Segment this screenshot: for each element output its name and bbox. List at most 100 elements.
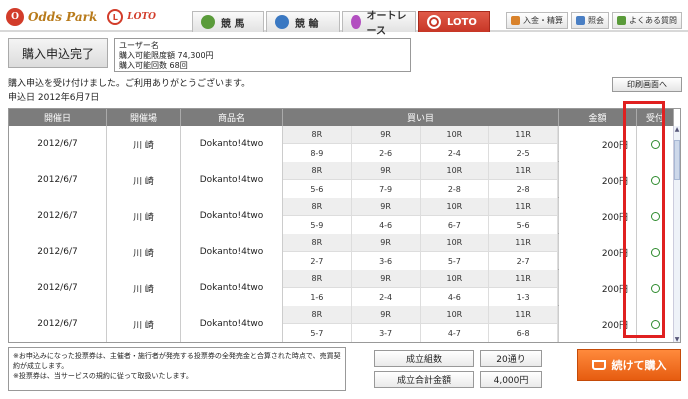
row-amount: 200円 xyxy=(559,198,637,234)
row-buy: 8R 9R 10R 11R 1-6 2-4 4-6 1-3 xyxy=(283,270,559,306)
row-venue: 川 崎 xyxy=(107,162,181,198)
deposit-button[interactable]: 入金・精算 xyxy=(506,12,568,29)
pick-combo: 5-6 xyxy=(489,216,558,234)
tab-label: 競 輪 xyxy=(295,18,319,30)
race-number: 9R xyxy=(351,126,421,144)
race-number: 10R xyxy=(420,306,490,324)
tab-keirin[interactable]: 競 輪 xyxy=(266,11,340,32)
race-number: 10R xyxy=(420,198,490,216)
row-status xyxy=(637,162,674,198)
pick-combo: 2-5 xyxy=(489,144,558,162)
row-amount: 200円 xyxy=(559,234,637,270)
race-number: 8R xyxy=(283,234,352,252)
header-status: 受付 xyxy=(637,109,674,126)
tab-keiba[interactable]: 競 馬 xyxy=(192,11,264,32)
row-date: 2012/6/7 xyxy=(9,306,107,342)
pick-combo: 8-9 xyxy=(283,144,352,162)
row-venue: 川 崎 xyxy=(107,198,181,234)
purchase-complete-title: 購入申込完了 xyxy=(8,38,108,68)
row-buy: 8R 9R 10R 11R 5-9 4-6 6-7 5-6 xyxy=(283,198,559,234)
race-number: 8R xyxy=(283,270,352,288)
faq-button[interactable]: よくある質問 xyxy=(612,12,682,29)
row-product: Dokanto!4two xyxy=(181,162,283,198)
row-amount: 200円 xyxy=(559,270,637,306)
table-row: 2012/6/7 川 崎 Dokanto!4two 8R 9R 10R 11R 8-9 2-6 2… xyxy=(9,126,674,162)
race-number: 9R xyxy=(351,270,421,288)
pick-combo: 6-8 xyxy=(489,324,558,342)
row-product: Dokanto!4two xyxy=(181,306,283,342)
tab-autorace[interactable]: オートレース xyxy=(342,11,416,37)
row-product: Dokanto!4two xyxy=(181,270,283,306)
row-date: 2012/6/7 xyxy=(9,126,107,162)
race-number: 11R xyxy=(489,162,558,180)
accepted-circle-icon xyxy=(650,247,660,257)
user-info-box: ユーザー名 購入可能限度額 74,300円 購入可能回数 68回 xyxy=(114,38,411,72)
continue-label: 続けて購入 xyxy=(611,359,667,372)
race-line: 8R 9R 10R 11R xyxy=(283,306,558,324)
scroll-up-icon[interactable]: ▲ xyxy=(674,126,680,134)
header-amount: 金額 xyxy=(559,109,637,126)
inquiry-button[interactable]: 照会 xyxy=(571,12,609,29)
row-product: Dokanto!4two xyxy=(181,126,283,162)
print-button[interactable]: 印刷画面へ xyxy=(612,77,682,92)
total-amount-label: 成立合計金額 xyxy=(374,371,474,388)
row-amount: 200円 xyxy=(559,162,637,198)
scroll-thumb[interactable] xyxy=(674,140,680,180)
continue-purchase-button[interactable]: 続けて購入 xyxy=(577,349,681,381)
race-number: 9R xyxy=(351,162,421,180)
race-number: 10R xyxy=(420,162,490,180)
utility-nav: 入金・精算 照会 よくある質問 xyxy=(506,12,682,29)
row-date: 2012/6/7 xyxy=(9,234,107,270)
scroll-down-icon[interactable]: ▼ xyxy=(674,336,680,342)
accepted-circle-icon xyxy=(650,139,660,149)
race-number: 8R xyxy=(283,306,352,324)
header: O Odds Park L LOTO 競 馬 競 輪 オートレース LOTO 入… xyxy=(0,0,688,37)
race-number: 11R xyxy=(489,198,558,216)
row-product: Dokanto!4two xyxy=(181,234,283,270)
tab-label: 競 馬 xyxy=(221,18,245,30)
pick-combo: 2-8 xyxy=(420,180,490,198)
row-venue: 川 崎 xyxy=(107,270,181,306)
pick-combo: 5-9 xyxy=(283,216,352,234)
race-line: 8R 9R 10R 11R xyxy=(283,126,558,144)
row-venue: 川 崎 xyxy=(107,306,181,342)
race-number: 9R xyxy=(351,198,421,216)
note-line-1: ※お申込みになった投票券は、主催者・施行者が発売する投票券の全発売金と合算された… xyxy=(13,352,341,370)
row-amount: 200円 xyxy=(559,126,637,162)
pick-combo: 3-7 xyxy=(351,324,421,342)
cart-icon xyxy=(591,360,606,370)
accepted-circle-icon xyxy=(650,319,660,329)
pick-combo: 4-6 xyxy=(351,216,421,234)
row-status xyxy=(637,126,674,162)
horse-icon xyxy=(201,15,215,29)
tab-loto[interactable]: LOTO xyxy=(418,11,490,32)
pick-line: 5-7 3-7 4-7 6-8 xyxy=(283,324,558,342)
table-scrollbar[interactable]: ▲ ▼ xyxy=(673,126,680,342)
application-date: 申込日 2012年6月7日 xyxy=(8,93,100,103)
race-line: 8R 9R 10R 11R xyxy=(283,270,558,288)
header-product: 商品名 xyxy=(181,109,283,126)
total-amount-value: 4,000円 xyxy=(480,371,542,388)
row-venue: 川 崎 xyxy=(107,234,181,270)
row-buy: 8R 9R 10R 11R 2-7 3-6 5-7 2-7 xyxy=(283,234,559,270)
pick-combo: 1-6 xyxy=(283,288,352,306)
accepted-circle-icon xyxy=(650,175,660,185)
race-number: 8R xyxy=(283,162,352,180)
document-icon xyxy=(576,16,585,25)
table-row: 2012/6/7 川 崎 Dokanto!4two 8R 9R 10R 11R 5-7 3-7 4… xyxy=(9,306,674,342)
row-status xyxy=(637,234,674,270)
race-number: 10R xyxy=(420,270,490,288)
table-row: 2012/6/7 川 崎 Dokanto!4two 8R 9R 10R 11R 5-6 7-9 2… xyxy=(9,162,674,198)
oddspark-logo[interactable]: O Odds Park L LOTO xyxy=(6,8,156,26)
accepted-circle-icon xyxy=(650,283,660,293)
header-venue: 開催場 xyxy=(107,109,181,126)
row-buy: 8R 9R 10R 11R 8-9 2-6 2-4 2-5 xyxy=(283,126,559,162)
help-icon xyxy=(617,16,626,25)
race-number: 10R xyxy=(420,126,490,144)
row-product: Dokanto!4two xyxy=(181,198,283,234)
pick-line: 5-6 7-9 2-8 2-8 xyxy=(283,180,558,198)
pick-combo: 2-7 xyxy=(489,252,558,270)
row-status xyxy=(637,270,674,306)
pick-combo: 3-6 xyxy=(351,252,421,270)
total-count-label: 成立組数 xyxy=(374,350,474,367)
